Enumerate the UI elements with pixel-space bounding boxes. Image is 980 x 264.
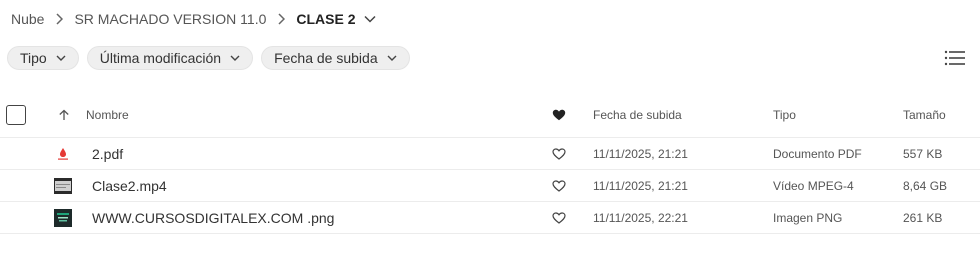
filter-label: Fecha de subida xyxy=(274,50,378,66)
table-header: Nombre Fecha de subida Tipo Tamaño xyxy=(0,92,980,138)
upload-date: 11/11/2025, 21:21 xyxy=(593,146,688,161)
table-row[interactable]: 2.pdf 11/11/2025, 21:21 Documento PDF 55… xyxy=(0,138,980,170)
upload-date: 11/11/2025, 22:21 xyxy=(593,210,688,225)
breadcrumb-current: CLASE 2 xyxy=(296,11,356,27)
heart-outline-icon[interactable] xyxy=(552,170,566,201)
breadcrumb-item-nube[interactable]: Nube xyxy=(11,11,44,27)
chevron-down-icon xyxy=(230,55,240,61)
chevron-down-icon[interactable] xyxy=(363,15,376,23)
heart-outline-icon[interactable] xyxy=(552,138,566,169)
breadcrumb: Nube SR MACHADO VERSION 11.0 CLASE 2 xyxy=(11,8,376,30)
chevron-right-icon xyxy=(277,13,286,25)
file-table: Nombre Fecha de subida Tipo Tamaño 2.pdf… xyxy=(0,92,980,234)
image-thumbnail xyxy=(54,202,72,233)
filter-modified-button[interactable]: Última modificación xyxy=(86,46,254,70)
filter-type-button[interactable]: Tipo xyxy=(7,46,79,70)
filter-uploaded-button[interactable]: Fecha de subida xyxy=(261,46,410,70)
filter-bar: Tipo Última modificación Fecha de subida xyxy=(7,46,410,70)
chevron-down-icon xyxy=(387,55,397,61)
file-size: 557 KB xyxy=(903,146,943,161)
select-all-checkbox[interactable] xyxy=(6,92,26,137)
file-name[interactable]: 2.pdf xyxy=(92,138,123,169)
filter-label: Última modificación xyxy=(99,50,222,66)
heart-outline-icon[interactable] xyxy=(552,202,566,233)
upload-date: 11/11/2025, 21:21 xyxy=(593,178,688,193)
column-header-uploaded[interactable]: Fecha de subida xyxy=(593,92,682,137)
heart-filled-icon[interactable] xyxy=(552,92,566,137)
file-size: 261 KB xyxy=(903,210,943,225)
chevron-right-icon xyxy=(55,13,64,25)
breadcrumb-item-folder[interactable]: SR MACHADO VERSION 11.0 xyxy=(74,11,266,27)
table-row[interactable]: Clase2.mp4 11/11/2025, 21:21 Vídeo MPEG-… xyxy=(0,170,980,202)
file-type: Imagen PNG xyxy=(773,210,843,225)
table-row[interactable]: WWW.CURSOSDIGITALEX.COM .png 11/11/2025,… xyxy=(0,202,980,234)
file-name[interactable]: Clase2.mp4 xyxy=(92,170,167,201)
column-header-name[interactable]: Nombre xyxy=(86,92,129,137)
file-type: Vídeo MPEG-4 xyxy=(773,178,854,193)
chevron-down-icon xyxy=(56,55,66,61)
column-header-size[interactable]: Tamaño xyxy=(903,92,946,137)
file-name[interactable]: WWW.CURSOSDIGITALEX.COM .png xyxy=(92,202,334,233)
file-size: 8,64 GB xyxy=(903,178,948,193)
column-header-type[interactable]: Tipo xyxy=(773,92,796,137)
sort-arrow-up-icon[interactable] xyxy=(58,92,70,137)
list-view-icon[interactable] xyxy=(944,48,966,68)
video-thumbnail xyxy=(54,170,72,201)
filter-label: Tipo xyxy=(20,50,47,66)
pdf-icon xyxy=(54,138,72,169)
file-type: Documento PDF xyxy=(773,146,862,161)
